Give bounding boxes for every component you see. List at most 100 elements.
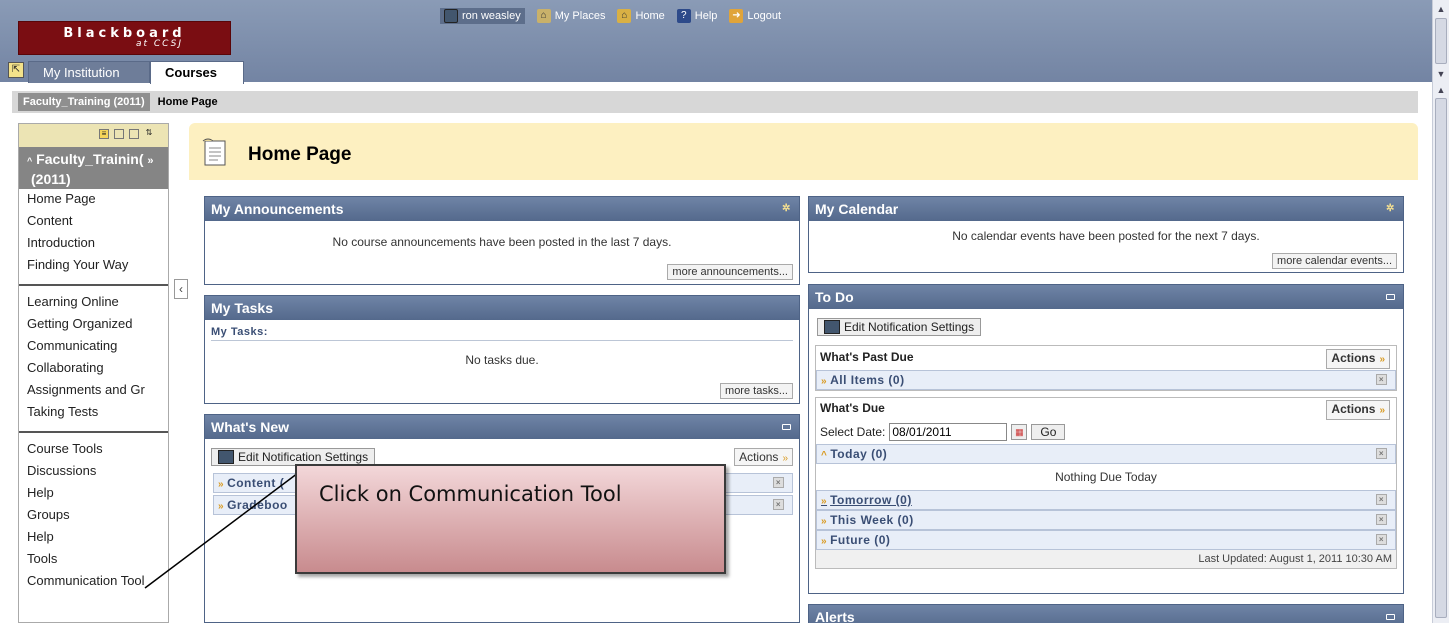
- scroll-up-icon[interactable]: ▲: [1435, 3, 1447, 15]
- close-icon[interactable]: ×: [1376, 374, 1387, 385]
- user-icon: [824, 320, 840, 334]
- calendar-picker-icon[interactable]: ▦: [1011, 424, 1028, 440]
- course-menu-title[interactable]: ^ Faculty_Trainin( » (2011): [19, 147, 168, 189]
- menu-item-tools[interactable]: Tools: [19, 549, 168, 571]
- announcements-header: My Announcements ✲: [205, 197, 799, 221]
- chevron-down-icon: »: [1379, 405, 1385, 416]
- list-view-icon[interactable]: ≡: [99, 129, 109, 139]
- close-icon[interactable]: ×: [1376, 534, 1387, 545]
- future-row[interactable]: » Future (0) ×: [816, 530, 1396, 550]
- close-icon[interactable]: ×: [773, 499, 784, 510]
- places-icon: ⌂: [536, 9, 551, 23]
- menu-divider: [19, 431, 168, 433]
- collapse-menu-icon[interactable]: ‹: [174, 279, 188, 299]
- this-week-row[interactable]: » This Week (0) ×: [816, 510, 1396, 530]
- menu-item-communicating[interactable]: Communicating: [19, 336, 168, 358]
- close-icon[interactable]: ×: [1376, 448, 1387, 459]
- menu-item-help-2[interactable]: Help: [19, 527, 168, 549]
- callout-text: Click on Communication Tool: [319, 482, 622, 506]
- menu-item-assignments[interactable]: Assignments and Gr: [19, 380, 168, 402]
- menu-item-learning-online[interactable]: Learning Online: [19, 292, 168, 314]
- date-selector: Select Date: ▦ Go: [816, 420, 1396, 444]
- past-due-section: What's Past Due Actions» » All Items (0) …: [815, 345, 1397, 391]
- menu-item-course-tools[interactable]: Course Tools: [19, 439, 168, 461]
- whats-due-section: What's Due Actions» Select Date: ▦ Go ^T…: [815, 397, 1397, 569]
- more-announcements-button[interactable]: more announcements...: [667, 264, 793, 280]
- chevron-icon: »: [821, 496, 828, 507]
- menu-item-discussions[interactable]: Discussions: [19, 461, 168, 483]
- actions-button[interactable]: Actions»: [734, 448, 793, 466]
- user-icon: [444, 9, 458, 23]
- chevron-icon: »: [218, 479, 225, 490]
- tasks-module: My Tasks My Tasks: No tasks due. more ta…: [204, 295, 800, 404]
- announcements-message: No course announcements have been posted…: [332, 235, 672, 249]
- edit-notification-settings-button[interactable]: Edit Notification Settings: [817, 318, 982, 336]
- past-due-actions-button[interactable]: Actions»: [1326, 349, 1390, 369]
- folder-view-icon[interactable]: [114, 129, 124, 139]
- todo-header: To Do: [809, 285, 1403, 309]
- today-row[interactable]: ^ Today (0) ×: [816, 444, 1396, 464]
- menu-item-groups[interactable]: Groups: [19, 505, 168, 527]
- tutorial-callout: Click on Communication Tool: [295, 464, 726, 574]
- utility-links: ron weasley ⌂ My Places ⌂ Home ? Help ➜ …: [440, 8, 781, 24]
- refresh-icon[interactable]: ⇅: [144, 129, 154, 139]
- menu-item-content[interactable]: Content: [19, 211, 168, 233]
- whats-due-heading: What's Due Actions»: [816, 398, 1396, 420]
- alerts-header: Alerts: [809, 605, 1403, 623]
- window-icon[interactable]: [1386, 294, 1395, 300]
- menu-item-home-page[interactable]: Home Page: [19, 189, 168, 211]
- todo-module: To Do Edit Notification Settings What's …: [808, 284, 1404, 594]
- chevron-icon: »: [821, 516, 828, 527]
- scroll-down-icon[interactable]: ▼: [1435, 68, 1447, 80]
- help-icon: ?: [676, 9, 691, 23]
- menu-divider: [19, 284, 168, 286]
- tab-my-institution[interactable]: My Institution: [28, 61, 150, 83]
- my-places-link[interactable]: ⌂ My Places: [536, 9, 605, 23]
- window-icon[interactable]: [782, 424, 791, 430]
- menu-item-getting-organized[interactable]: Getting Organized: [19, 314, 168, 336]
- options-icon[interactable]: ✲: [782, 204, 791, 214]
- user-link[interactable]: ron weasley: [440, 8, 525, 24]
- close-icon[interactable]: ×: [1376, 514, 1387, 525]
- outer-scrollbar[interactable]: ▲ ▼: [1432, 0, 1449, 82]
- past-due-heading: What's Past Due Actions»: [816, 346, 1396, 370]
- menu-item-finding-your-way[interactable]: Finding Your Way: [19, 255, 168, 277]
- breadcrumb-page: Home Page: [157, 96, 218, 108]
- content-scroll-up-icon[interactable]: ▲: [1435, 84, 1447, 96]
- whats-due-actions-button[interactable]: Actions»: [1326, 400, 1390, 420]
- tasks-subheading: My Tasks:: [211, 326, 793, 341]
- menu-item-collaborating[interactable]: Collaborating: [19, 358, 168, 380]
- menu-item-communication-tool[interactable]: Communication Tool: [19, 571, 168, 593]
- page-header: Home Page: [189, 123, 1418, 180]
- scroll-thumb[interactable]: [1435, 18, 1447, 64]
- toggle-tabs-icon[interactable]: ⇱: [8, 62, 24, 78]
- tasks-header: My Tasks: [205, 296, 799, 320]
- more-tasks-button[interactable]: more tasks...: [720, 383, 793, 399]
- help-link[interactable]: ? Help: [676, 9, 717, 23]
- logout-link[interactable]: ➜ Logout: [729, 9, 781, 23]
- breadcrumb-course[interactable]: Faculty_Training (2011): [18, 93, 150, 111]
- options-icon[interactable]: ✲: [1386, 204, 1395, 214]
- go-button[interactable]: Go: [1031, 424, 1066, 440]
- window-icon[interactable]: [1386, 614, 1395, 620]
- close-icon[interactable]: ×: [1376, 494, 1387, 505]
- new-window-icon[interactable]: [129, 129, 139, 139]
- nothing-due-message: Nothing Due Today: [1055, 470, 1157, 484]
- menu-item-help[interactable]: Help: [19, 483, 168, 505]
- date-field[interactable]: [889, 423, 1008, 441]
- more-calendar-events-button[interactable]: more calendar events...: [1272, 253, 1397, 269]
- menu-item-introduction[interactable]: Introduction: [19, 233, 168, 255]
- home-link[interactable]: ⌂ Home: [617, 9, 665, 23]
- tab-courses[interactable]: Courses: [150, 61, 244, 84]
- chevron-down-icon: »: [1379, 354, 1385, 365]
- content-scrollbar[interactable]: ▲: [1432, 82, 1449, 623]
- blackboard-logo[interactable]: Blackboard at CCSJ: [18, 21, 231, 55]
- tomorrow-row[interactable]: » Tomorrow (0) ×: [816, 490, 1396, 510]
- announcements-module: My Announcements ✲ No course announcemen…: [204, 196, 800, 285]
- content-scroll-thumb[interactable]: [1435, 98, 1447, 618]
- page-title: Home Page: [248, 144, 352, 165]
- close-icon[interactable]: ×: [773, 477, 784, 488]
- calendar-header: My Calendar ✲: [809, 197, 1403, 221]
- all-items-row[interactable]: » All Items (0) ×: [816, 370, 1396, 390]
- menu-item-taking-tests[interactable]: Taking Tests: [19, 402, 168, 424]
